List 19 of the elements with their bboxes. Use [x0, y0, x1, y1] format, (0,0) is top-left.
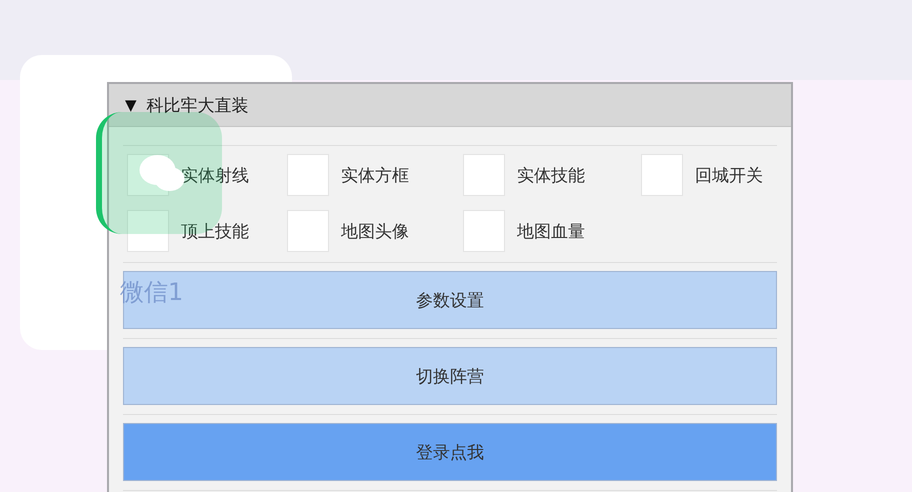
app-label: 微信1 [120, 277, 184, 308]
menu-button[interactable]: 登录点我 [123, 423, 777, 481]
checkbox[interactable] [641, 154, 683, 196]
option-label: 实体射线 [181, 164, 249, 186]
option-label: 实体方框 [341, 164, 409, 186]
option-label: 顶上技能 [181, 220, 249, 242]
checkbox[interactable] [463, 154, 505, 196]
checkbox[interactable] [463, 210, 505, 252]
option-label: 实体技能 [517, 164, 585, 186]
menu-button[interactable]: 切换阵营 [123, 347, 777, 405]
option-label: 回城开关 [695, 164, 763, 186]
checkbox[interactable] [287, 210, 329, 252]
option-label: 地图头像 [341, 220, 409, 242]
collapse-toggle[interactable]: ▼ [125, 96, 137, 114]
checkbox[interactable] [127, 210, 169, 252]
option-label: 地图血量 [517, 220, 585, 242]
menu-header[interactable]: ▼ 科比牢大直装 [109, 84, 791, 127]
menu-title: 科比牢大直装 [146, 94, 249, 116]
checkbox[interactable] [287, 154, 329, 196]
